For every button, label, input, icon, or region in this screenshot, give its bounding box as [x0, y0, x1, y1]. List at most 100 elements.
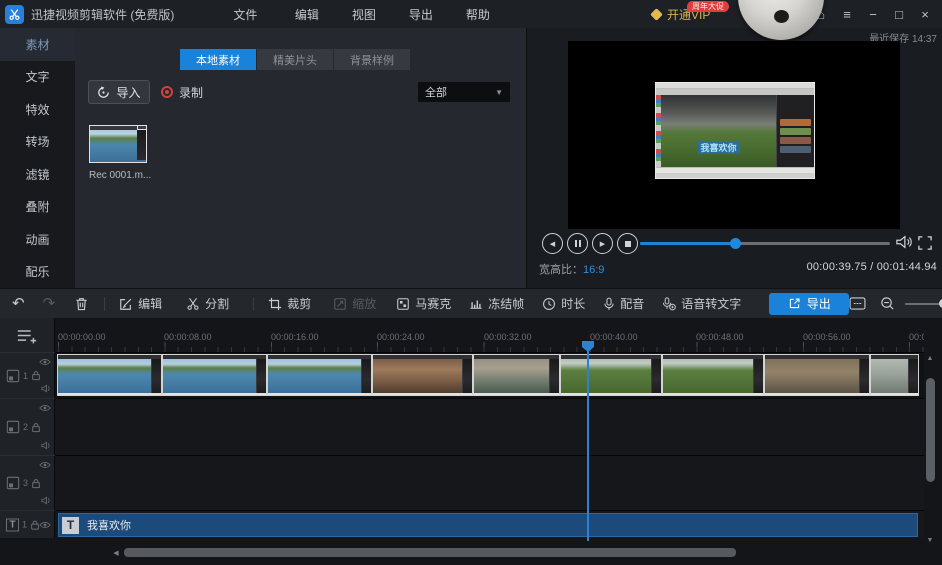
horizontal-scroll-thumb[interactable]	[124, 548, 736, 557]
mute-icon[interactable]	[41, 441, 51, 450]
menu-file[interactable]: 文件	[212, 6, 278, 23]
sidebar-item-effects[interactable]: 特效	[0, 93, 75, 126]
mute-icon[interactable]	[41, 384, 51, 393]
volume-icon[interactable]	[895, 234, 913, 250]
fit-timeline-icon	[849, 297, 866, 310]
timeline-body: 00:00:00.00 00:00:08.00 00:00:16.00 00:0…	[55, 318, 924, 565]
record-icon	[161, 86, 173, 98]
delete-button[interactable]	[75, 297, 88, 311]
split-button[interactable]: 分割	[186, 295, 229, 312]
undo-icon: ↶	[12, 296, 25, 311]
stop-button[interactable]	[617, 233, 638, 254]
ruler-label: 00:00:48.00	[696, 332, 744, 342]
mute-icon[interactable]	[41, 496, 51, 505]
fullscreen-icon[interactable]	[918, 236, 932, 250]
export-button[interactable]: 导出	[769, 293, 849, 315]
video-track-3[interactable]	[55, 455, 924, 510]
sidebar-item-music[interactable]: 配乐	[0, 256, 75, 289]
freeze-frame-button[interactable]: 冻结帧	[469, 295, 524, 312]
app-window: 迅捷视频剪辑软件 (免费版) 文件 编辑 视图 导出 帮助 开通VIP 周年大促…	[0, 0, 942, 565]
horizontal-scroll-track[interactable]	[122, 548, 924, 557]
recorded-scene: 我喜欢你	[661, 95, 776, 167]
add-track-button[interactable]	[16, 328, 38, 344]
maximize-button[interactable]: □	[886, 7, 912, 22]
clip-thumbnail-street-boats	[765, 355, 869, 395]
import-button[interactable]: 导入	[88, 80, 150, 104]
fit-timeline-button[interactable]	[849, 297, 866, 310]
trash-icon	[75, 297, 88, 311]
redo-button[interactable]: ↷	[43, 296, 56, 311]
scroll-left-icon[interactable]: ◀	[110, 549, 122, 557]
eye-icon[interactable]	[39, 521, 51, 529]
text-clip[interactable]: T 我喜欢你	[58, 513, 918, 537]
dub-button[interactable]: 配音	[603, 295, 644, 312]
timeline-zoom-slider[interactable]	[905, 303, 942, 305]
sidebar-item-media[interactable]: 素材	[0, 28, 75, 61]
previous-frame-button[interactable]: ◀	[542, 233, 563, 254]
video-clip[interactable]	[58, 355, 918, 397]
sidebar-item-label: 叠附	[25, 198, 49, 215]
vertical-scroll-thumb[interactable]	[926, 378, 935, 482]
sidebar-item-label: 滤镜	[25, 166, 49, 183]
zoom-button[interactable]: 缩放	[333, 295, 376, 312]
text-clip-label: 我喜欢你	[87, 517, 131, 533]
recorded-window-content: 我喜欢你	[656, 95, 814, 167]
media-item[interactable]: + Rec 0001.m...	[89, 125, 151, 181]
menu-help[interactable]: 帮助	[449, 6, 506, 23]
edit-button[interactable]: 编辑	[119, 295, 162, 312]
aspect-ratio-value[interactable]: 16:9	[583, 264, 604, 276]
toolbar-divider	[253, 297, 254, 311]
sidebar-item-filters[interactable]: 滤镜	[0, 158, 75, 191]
zoom-tool-icon	[333, 297, 347, 311]
mosaic-label: 马赛克	[415, 295, 451, 312]
playhead-line[interactable]	[587, 341, 589, 541]
media-item-name: Rec 0001.m...	[89, 170, 151, 181]
close-button[interactable]: ×	[912, 7, 938, 22]
sidebar-item-transitions[interactable]: 转场	[0, 126, 75, 159]
menu-view[interactable]: 视图	[335, 6, 392, 23]
next-frame-button[interactable]: ▶	[592, 233, 613, 254]
undo-button[interactable]: ↶	[12, 296, 25, 311]
pause-button[interactable]	[567, 233, 588, 254]
hamburger-menu-icon[interactable]: ≡	[834, 7, 860, 22]
tab-background-samples[interactable]: 背景样例	[334, 49, 410, 70]
tab-intro-templates[interactable]: 精美片头	[257, 49, 333, 70]
sidebar-item-label: 文字	[25, 68, 49, 85]
lock-icon[interactable]	[31, 478, 41, 489]
track-header-column: 1 2 3	[0, 318, 55, 538]
scroll-up-icon[interactable]: ▲	[927, 354, 934, 364]
zoom-out-button[interactable]	[880, 296, 895, 311]
sidebar-item-overlays[interactable]: 叠附	[0, 191, 75, 224]
mosaic-button[interactable]: 马赛克	[396, 295, 451, 312]
lock-icon[interactable]	[31, 370, 41, 381]
seek-handle[interactable]	[730, 238, 741, 249]
sidebar-item-animation[interactable]: 动画	[0, 223, 75, 256]
lock-icon[interactable]	[31, 422, 41, 433]
scroll-down-icon[interactable]: ▼	[927, 536, 934, 546]
sidebar-item-text[interactable]: 文字	[0, 61, 75, 94]
sidebar-item-label: 动画	[25, 231, 49, 248]
seek-bar[interactable]	[640, 242, 890, 245]
tab-local-media[interactable]: 本地素材	[180, 49, 256, 70]
duration-button[interactable]: 时长	[542, 295, 585, 312]
clock-icon	[542, 297, 556, 311]
ruler-label: 00:00:56.00	[803, 332, 851, 342]
video-track-1	[55, 352, 924, 398]
track-header-video-1: 1	[0, 352, 55, 398]
app-title: 迅捷视频剪辑软件 (免费版)	[31, 6, 174, 23]
crop-button[interactable]: 裁剪	[268, 295, 311, 312]
eye-icon[interactable]	[39, 461, 51, 469]
menu-export[interactable]: 导出	[392, 6, 449, 23]
menu-edit[interactable]: 编辑	[278, 6, 335, 23]
speech-to-text-button[interactable]: 语音转文字	[662, 295, 741, 312]
eye-icon[interactable]	[39, 404, 51, 412]
ruler-label: 00:00:40.00	[590, 332, 638, 342]
record-button[interactable]: 录制	[161, 80, 203, 104]
video-track-icon	[6, 476, 20, 490]
add-to-timeline-icon[interactable]: +	[137, 125, 147, 130]
eye-icon[interactable]	[39, 358, 51, 366]
video-track-2[interactable]	[55, 398, 924, 455]
freeze-frame-label: 冻结帧	[488, 295, 524, 312]
minimize-button[interactable]: −	[860, 7, 886, 22]
media-filter-dropdown[interactable]: 全部 ▼	[418, 82, 510, 102]
